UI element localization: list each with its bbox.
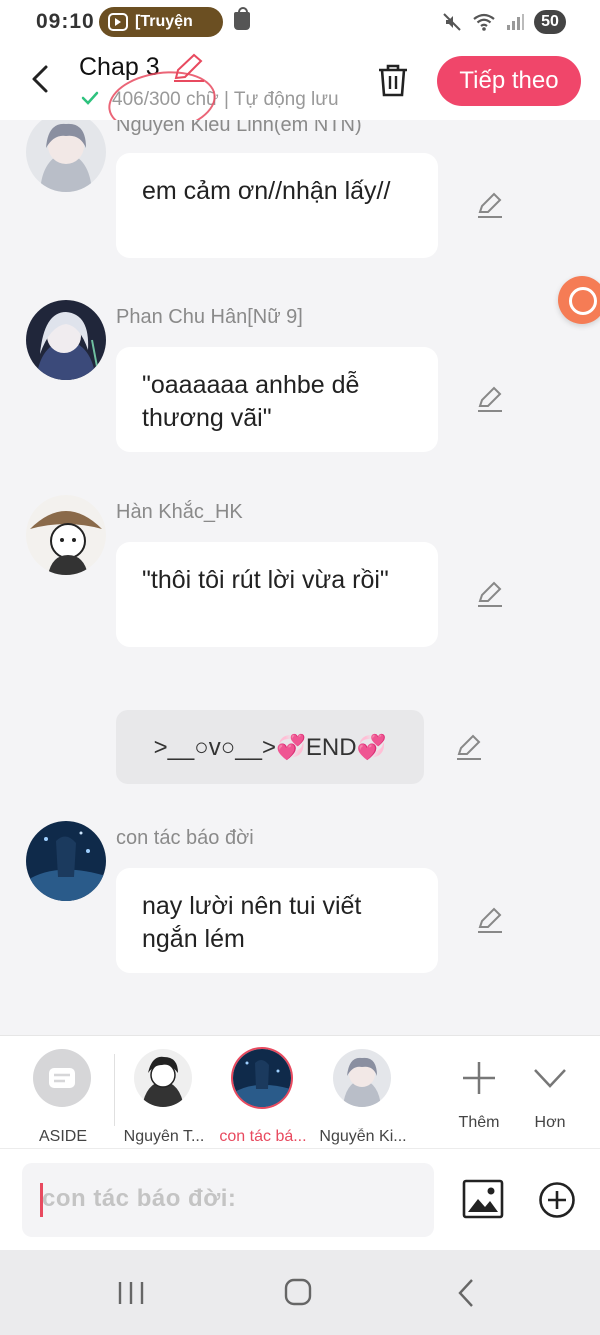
expand-label: Hơn <box>534 1114 566 1131</box>
character-label: con tác bá... <box>219 1128 307 1145</box>
status-bar: 09:10 [Truyện 50 <box>0 0 600 44</box>
avatar <box>134 1049 192 1107</box>
avatar <box>233 1049 291 1107</box>
sender-name: Phan Chu Hân[Nữ 9] <box>116 306 303 328</box>
sender-name: Nguyễn Kiều Linh(em NTN) <box>116 120 362 136</box>
character-aside[interactable]: ASIDE <box>18 1046 108 1146</box>
notification-text: [Truyện <box>135 13 193 30</box>
aside-icon <box>33 1049 91 1107</box>
check-icon <box>81 91 99 105</box>
character-label: Nguyễn Ki... <box>319 1128 407 1145</box>
editor-header: Chap 3 406/300 chữ | Tự động lưu Tiếp th… <box>0 44 600 140</box>
character-label: Nguyên T... <box>123 1128 205 1145</box>
app-icon <box>108 13 128 31</box>
edit-message-icon[interactable] <box>476 386 504 414</box>
sender-name: Hàn Khắc_HK <box>116 501 243 523</box>
divider <box>114 1054 115 1126</box>
floating-record-button[interactable] <box>558 276 600 324</box>
character-item-selected[interactable]: con tác bá... <box>218 1046 308 1146</box>
notification-pill[interactable]: [Truyện <box>99 7 223 37</box>
plus-icon <box>463 1062 495 1094</box>
character-bar: ASIDE Nguyên T... con tác bá... Nguyễn K… <box>0 1035 600 1149</box>
avatar[interactable] <box>26 495 106 575</box>
message-bubble[interactable]: "oaaaaaa anhbe dễ thương vãi" <box>116 347 438 452</box>
edit-message-icon[interactable] <box>476 192 504 220</box>
aside-bubble[interactable]: >__○v○__>💞END💞 <box>116 710 424 784</box>
message-bubble[interactable]: "thôi tôi rút lời vừa rồi" <box>116 542 438 647</box>
image-icon[interactable] <box>462 1179 504 1219</box>
edit-message-icon[interactable] <box>476 581 504 609</box>
input-bar: con tác báo đời: <box>0 1148 600 1251</box>
input-placeholder: con tác báo đời: <box>42 1185 237 1212</box>
recent-apps-icon[interactable] <box>116 1280 146 1306</box>
add-label: Thêm <box>458 1114 500 1131</box>
sender-name: con tác báo đời <box>116 827 254 849</box>
status-icons: 50 <box>442 9 566 35</box>
character-item[interactable]: Nguyên T... <box>119 1046 209 1146</box>
back-icon[interactable] <box>28 64 52 94</box>
mute-icon <box>443 13 461 31</box>
edit-message-icon[interactable] <box>455 734 483 762</box>
avatar[interactable] <box>26 821 106 901</box>
system-nav-bar <box>0 1250 600 1335</box>
character-label: ASIDE <box>38 1128 87 1145</box>
home-icon[interactable] <box>284 1278 312 1306</box>
message-bubble[interactable]: nay lười nên tui viết ngắn lém <box>116 868 438 973</box>
avatar <box>333 1049 391 1107</box>
edit-message-icon[interactable] <box>476 907 504 935</box>
add-character-button[interactable]: Thêm <box>444 1046 514 1146</box>
status-time: 09:10 <box>36 10 95 33</box>
avatar[interactable] <box>26 300 106 380</box>
next-chapter-button[interactable]: Tiếp theo <box>437 56 581 106</box>
wifi-icon <box>473 13 495 31</box>
back-icon[interactable] <box>456 1278 476 1308</box>
chevron-down-icon <box>534 1069 566 1088</box>
expand-characters-button[interactable]: Hơn <box>515 1046 585 1146</box>
chat-area[interactable]: Nguyễn Kiều Linh(em NTN) em cảm ơn//nhận… <box>0 120 600 1035</box>
battery-icon: 50 <box>534 10 566 34</box>
plus-circle-icon[interactable] <box>538 1181 576 1219</box>
signal-icon <box>507 14 524 30</box>
avatar[interactable] <box>26 120 106 192</box>
character-item[interactable]: Nguyễn Ki... <box>318 1046 408 1146</box>
shopping-bag-icon <box>234 7 250 30</box>
trash-icon[interactable] <box>376 62 410 98</box>
message-bubble[interactable]: em cảm ơn//nhận lấy// <box>116 153 438 258</box>
message-input[interactable]: con tác báo đời: <box>22 1163 434 1237</box>
